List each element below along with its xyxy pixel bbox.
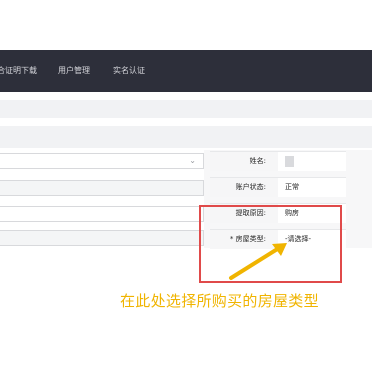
name-label: 姓名: [249,157,266,165]
form-row-name: 姓名: [210,151,346,171]
redacted-name-value [285,156,294,167]
breadcrumb-bar [0,100,372,118]
left-input-field-2[interactable] [0,180,204,196]
account-status-label: 账户状态: [235,183,266,191]
section-header-band [0,126,372,148]
nav-item-real-name-auth[interactable]: 实名认证 [113,66,145,76]
withdrawal-reason-value: 购房 [285,209,299,217]
label-cell [210,152,278,171]
top-nav-bar: 合证明下载 用户管理 实名认证 [0,50,372,92]
form-row-withdrawal-reason: 提取原因: 购房 [210,203,346,223]
account-status-value: 正常 [285,183,299,191]
arrow-icon [229,243,287,280]
left-input-field-4[interactable] [0,230,204,246]
form-row-account-status: 账户状态: 正常 [210,177,346,197]
annotation-caption: 在此处选择所购买的房屋类型 [120,292,319,310]
nav-item-certificate-download[interactable]: 合证明下载 [0,66,37,76]
left-form-panel: ⌄ [0,150,204,248]
chevron-down-icon: ⌄ [189,156,196,165]
withdrawal-reason-label: 提取原因: [235,209,266,217]
nav-item-user-management[interactable]: 用户管理 [58,66,90,76]
left-select-field[interactable]: ⌄ [0,153,204,169]
left-input-field-3[interactable] [0,206,204,222]
